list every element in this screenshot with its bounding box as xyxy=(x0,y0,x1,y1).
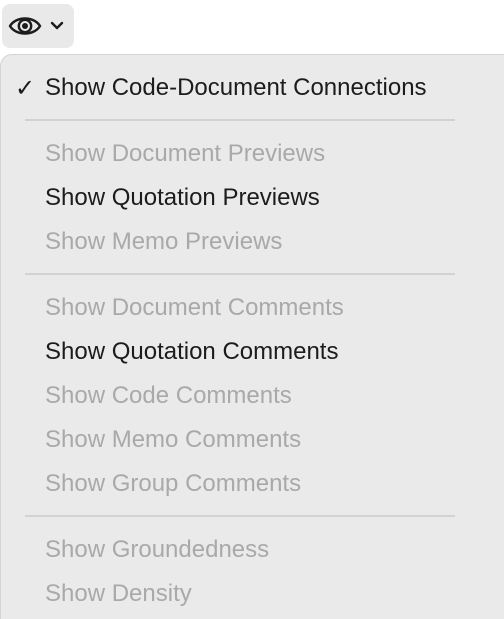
eye-icon xyxy=(8,14,42,38)
menu-item-show-code-document-connections[interactable]: Show Code-Document Connections xyxy=(45,68,427,108)
menu-separator xyxy=(25,515,455,517)
chevron-down-icon xyxy=(50,21,64,31)
menu-item-show-density: Show Density xyxy=(45,580,192,607)
menu-item-show-memo-previews: Show Memo Previews xyxy=(45,228,283,255)
menu-item-show-group-comments: Show Group Comments xyxy=(45,470,302,497)
view-options-menu: ✓ Show Code-Document Connections Show Do… xyxy=(0,54,504,619)
menu-item-show-groundedness: Show Groundedness xyxy=(45,536,270,563)
menu-item-show-memo-comments: Show Memo Comments xyxy=(45,426,302,453)
menu-separator xyxy=(25,273,455,275)
menu-item-show-document-comments: Show Document Comments xyxy=(45,294,344,321)
checkmark-icon: ✓ xyxy=(15,74,36,102)
menu-item-show-quotation-previews[interactable]: Show Quotation Previews xyxy=(45,178,320,218)
menu-item-show-quotation-comments[interactable]: Show Quotation Comments xyxy=(45,332,338,372)
menu-item-show-document-previews: Show Document Previews xyxy=(45,140,326,167)
menu-separator xyxy=(25,119,455,121)
menu-item-show-code-comments: Show Code Comments xyxy=(45,382,292,409)
view-options-button[interactable] xyxy=(2,4,74,48)
